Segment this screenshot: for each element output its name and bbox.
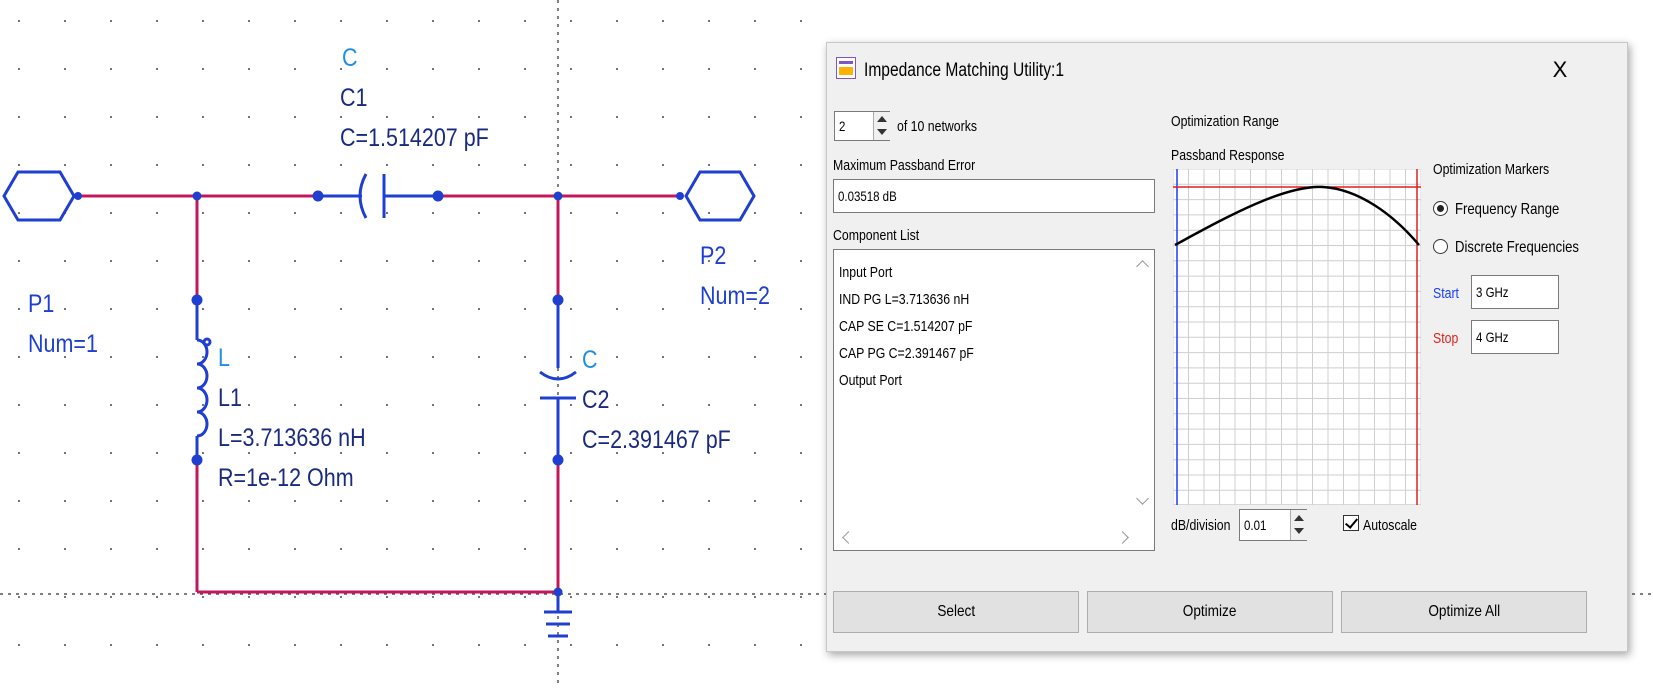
optimize-all-button-label: Optimize All	[1428, 603, 1500, 620]
list-item[interactable]: IND PG L=3.713636 nH	[839, 291, 969, 308]
capacitor-c2[interactable]	[539, 294, 577, 466]
grid-dots	[18, 20, 802, 646]
scroll-down-icon[interactable]	[1136, 492, 1149, 505]
capacitor-c1[interactable]	[312, 173, 444, 219]
radio-discrete-frequencies[interactable]	[1433, 239, 1448, 254]
select-button[interactable]: Select	[833, 591, 1079, 633]
optimize-button-label: Optimize	[1183, 603, 1237, 620]
radio-frequency-range-label[interactable]: Frequency Range	[1455, 201, 1559, 218]
port-p1[interactable]	[2, 170, 82, 222]
optimize-button[interactable]: Optimize	[1087, 591, 1333, 633]
l1-resistance-label: R=1e-12 Ohm	[218, 464, 354, 492]
autoscale-checkbox[interactable]	[1343, 515, 1359, 531]
p1-name-label: P1	[28, 290, 55, 318]
radio-discrete-frequencies-label[interactable]: Discrete Frequencies	[1455, 239, 1579, 256]
l1-name-label: L1	[218, 384, 242, 412]
max-passband-error-label: Maximum Passband Error	[833, 157, 976, 174]
spin-down-icon[interactable]	[1294, 528, 1304, 534]
scroll-up-icon[interactable]	[1136, 260, 1149, 273]
start-frequency-value: 3 GHz	[1476, 284, 1509, 300]
passband-response-label: Passband Response	[1171, 147, 1285, 164]
start-frequency-input[interactable]: 3 GHz	[1471, 275, 1559, 309]
p2-num-label: Num=2	[700, 282, 770, 310]
scroll-right-icon[interactable]	[1116, 531, 1129, 544]
l1-type-label: L	[218, 344, 230, 372]
c1-value-label: C=1.514207 pF	[340, 124, 489, 152]
autoscale-label: Autoscale	[1363, 517, 1418, 534]
max-passband-error-value: 0.03518 dB	[838, 188, 897, 204]
stop-frequency-input[interactable]: 4 GHz	[1471, 320, 1559, 354]
network-index-value: 2	[839, 118, 846, 134]
optimization-range-label: Optimization Range	[1171, 113, 1280, 130]
p1-num-label: Num=1	[28, 330, 98, 358]
p2-name-label: P2	[700, 242, 727, 270]
radio-frequency-range[interactable]	[1433, 201, 1448, 216]
optimization-markers-label: Optimization Markers	[1433, 161, 1550, 178]
component-list[interactable]: Input Port IND PG L=3.713636 nH CAP SE C…	[833, 249, 1155, 551]
inductor-l1[interactable]	[191, 294, 212, 466]
c2-name-label: C2	[582, 386, 610, 414]
spin-down-icon[interactable]	[877, 129, 887, 135]
stop-label: Stop	[1433, 330, 1459, 347]
select-button-label: Select	[937, 603, 975, 620]
max-passband-error-field[interactable]: 0.03518 dB	[833, 179, 1155, 213]
network-count-text: of 10 networks	[897, 118, 978, 135]
list-item[interactable]: Input Port	[839, 264, 892, 281]
c1-type-label: C	[342, 44, 358, 72]
optimize-all-button[interactable]: Optimize All	[1341, 591, 1587, 633]
checkmark-icon	[1344, 515, 1359, 529]
c1-name-label: C1	[340, 84, 368, 112]
l1-value-label: L=3.713636 nH	[218, 424, 366, 452]
c2-type-label: C	[582, 346, 598, 374]
wire-junctions	[192, 191, 563, 597]
close-icon[interactable]: X	[1545, 57, 1575, 83]
list-item[interactable]: Output Port	[839, 372, 902, 389]
spin-up-icon[interactable]	[877, 116, 887, 122]
ground-symbol[interactable]	[544, 592, 572, 638]
db-division-spinner[interactable]: 0.01	[1239, 509, 1307, 541]
port-p2[interactable]	[676, 170, 756, 222]
scroll-left-icon[interactable]	[842, 531, 855, 544]
component-list-label: Component List	[833, 227, 920, 244]
stop-frequency-value: 4 GHz	[1476, 329, 1509, 345]
app-icon	[836, 57, 856, 79]
passband-response-plot[interactable]	[1173, 169, 1421, 505]
list-item[interactable]: CAP SE C=1.514207 pF	[839, 318, 972, 335]
db-division-value: 0.01	[1244, 517, 1267, 533]
c2-value-label: C=2.391467 pF	[582, 426, 731, 454]
impedance-matching-dialog: Impedance Matching Utility:1 X 2 of 10 n…	[826, 42, 1628, 652]
list-item[interactable]: CAP PG C=2.391467 pF	[839, 345, 974, 362]
network-index-spinner[interactable]: 2	[834, 111, 890, 141]
spin-up-icon[interactable]	[1294, 515, 1304, 521]
db-division-label: dB/division	[1171, 517, 1231, 534]
start-label: Start	[1433, 285, 1459, 302]
dialog-title: Impedance Matching Utility:1	[864, 60, 1065, 81]
